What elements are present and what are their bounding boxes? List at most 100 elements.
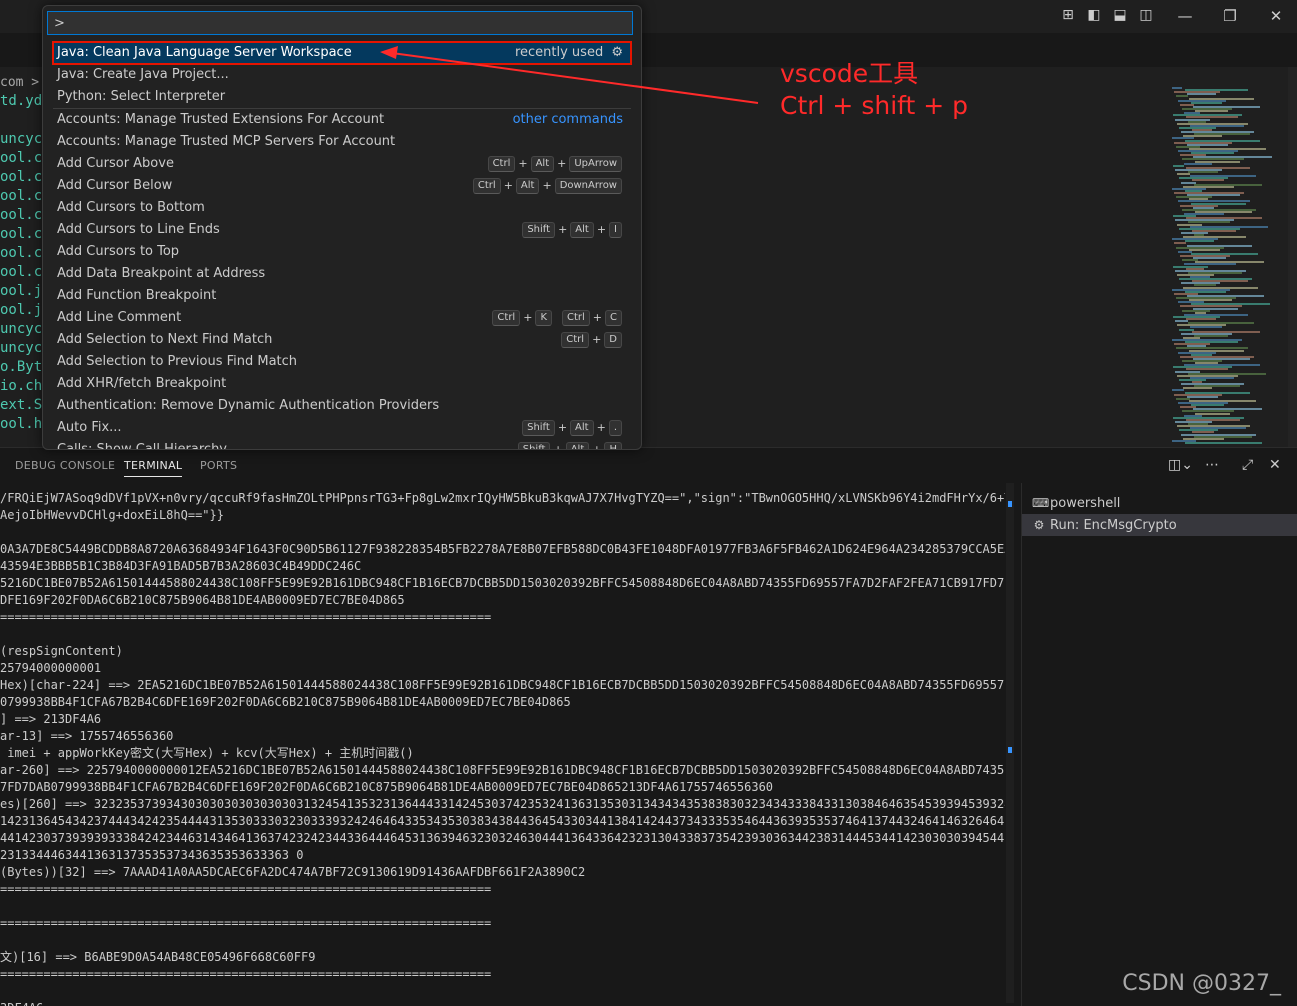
command-label: Add Cursors to Line Ends xyxy=(57,222,220,237)
command-label: Calls: Show Call Hierarchy xyxy=(57,442,227,450)
terminal-line: AejoIbHWevvDCHlg+doxEiL8hQ=="}} xyxy=(0,508,224,522)
minimap-line xyxy=(1176,95,1188,98)
annotation-text: vscode工具 Ctrl + shift + p xyxy=(780,58,968,122)
keycap: Ctrl xyxy=(561,332,590,348)
terminal-item-powershell[interactable]: ⌨powershell xyxy=(1022,492,1297,514)
minimap-line xyxy=(1178,250,1192,253)
minimize-button[interactable]: — xyxy=(1175,6,1195,26)
terminal-line: ========================================… xyxy=(0,967,492,981)
plus-separator: + xyxy=(542,179,552,192)
command-item[interactable]: Accounts: Manage Trusted Extensions For … xyxy=(53,109,631,131)
terminal-output[interactable]: /FRQiEjW7ASoq9dDVf1pVX+n0vry/qccuRf9fasH… xyxy=(0,490,1005,1006)
bottom-panel: DEBUG CONSOLE TERMINAL PORTS ◫⌄ ⋯ ⤢ ✕ /F… xyxy=(0,447,1297,1006)
keybinding-chord: Ctrl + Alt + DownArrow xyxy=(472,178,623,194)
command-label: Add Cursors to Bottom xyxy=(57,200,205,215)
command-label: Accounts: Manage Trusted Extensions For … xyxy=(57,112,385,127)
command-item[interactable]: Add Function Breakpoint xyxy=(53,285,631,307)
toggle-panel-icon[interactable]: ⬓ xyxy=(1112,7,1128,23)
minimap-line xyxy=(1185,240,1214,243)
terminal-line: ========================================… xyxy=(0,916,492,930)
command-label: Python: Select Interpreter xyxy=(57,89,226,104)
minimap-line xyxy=(1180,103,1194,106)
command-right: Shift + Alt +. xyxy=(521,417,623,440)
minimap-line xyxy=(1188,171,1218,173)
minimap-line xyxy=(1186,318,1216,320)
tab-terminal[interactable]: TERMINAL xyxy=(124,459,183,477)
command-item[interactable]: Python: Select Interpreter xyxy=(53,86,631,108)
tab-ports[interactable]: PORTS xyxy=(200,459,237,472)
command-right: recently used ⚙ xyxy=(515,42,623,64)
command-item[interactable]: Authentication: Remove Dynamic Authentic… xyxy=(53,395,631,417)
command-item[interactable]: Calls: Show Call Hierarchy Shift + Alt + H xyxy=(53,439,631,450)
breadcrumb[interactable]: com > xyxy=(0,73,42,92)
customize-layout-icon[interactable]: ⊞ xyxy=(1060,7,1076,23)
code-line: ool.c xyxy=(0,245,43,261)
terminal-line: ] ==> 213DF4A6 xyxy=(0,712,102,726)
close-panel-icon[interactable]: ✕ xyxy=(1269,457,1281,473)
command-item[interactable]: Add Cursor Above Ctrl + Alt + UpArrow xyxy=(53,153,631,175)
terminal-line: ========================================… xyxy=(0,882,492,896)
recently-used-label: recently used xyxy=(514,45,604,60)
keycap: I xyxy=(609,222,622,238)
restore-button[interactable]: ❐ xyxy=(1220,6,1240,26)
terminal-line: /FRQiEjW7ASoq9dDVf1pVX+n0vry/qccuRf9fasH… xyxy=(0,491,1005,505)
command-item[interactable]: Add Cursors to Line Ends Shift + Alt + I xyxy=(53,219,631,241)
plus-separator: + xyxy=(596,421,606,434)
keycap: DownArrow xyxy=(554,178,622,194)
terminal-scrollbar[interactable] xyxy=(1006,483,1014,1003)
command-item[interactable]: Add Cursors to Bottom xyxy=(53,197,631,219)
minimap-line xyxy=(1172,87,1182,89)
close-window-button[interactable]: ✕ xyxy=(1266,6,1286,26)
code-line: ool.c xyxy=(0,188,43,204)
terminal-item-run[interactable]: ⚙ Run: EncMsgCrypto xyxy=(1022,514,1297,536)
command-item[interactable]: Add Selection to Previous Find Match xyxy=(53,351,631,373)
command-item[interactable]: Add Data Breakpoint at Address xyxy=(53,263,631,285)
plus-separator: + xyxy=(557,157,567,170)
keycap: Shift xyxy=(522,420,555,436)
command-item[interactable]: Add Line Comment Ctrl + K Ctrl + C xyxy=(53,307,631,329)
command-item[interactable]: Add Cursors to Top xyxy=(53,241,631,263)
terminal-line: 43594E3BBB5B1C3B84D3FA91BAD5B7B3A28603C4… xyxy=(0,559,362,573)
terminal-line: 7FD7DAB0799938BB4F1CFA67B2B4C6DFE169F202… xyxy=(0,780,774,794)
command-item[interactable]: Java: Create Java Project... xyxy=(53,64,631,86)
command-palette-input[interactable] xyxy=(47,11,633,35)
command-item[interactable]: Add Cursor Below Ctrl + Alt + DownArrow xyxy=(53,175,631,197)
command-item[interactable]: Auto Fix... Shift + Alt +. xyxy=(53,417,631,439)
command-right: Shift + Alt + H xyxy=(517,439,623,450)
split-terminal-icon[interactable]: ◫⌄ xyxy=(1168,457,1193,473)
plus-separator: + xyxy=(592,311,603,324)
plus-separator: + xyxy=(592,443,602,450)
terminal-line: 25794000000001 xyxy=(0,661,102,675)
code-line: ool.c xyxy=(0,264,43,280)
command-label: Add Cursors to Top xyxy=(57,244,180,259)
keycap: Shift xyxy=(522,222,556,238)
command-item[interactable]: Add XHR/fetch Breakpoint xyxy=(53,373,631,395)
toggle-secondary-sidebar-icon[interactable]: ◫ xyxy=(1138,7,1154,23)
command-item[interactable]: Java: Clean Java Language Server Workspa… xyxy=(52,41,632,65)
terminal-line: 2313344463441363137353537343635353633363… xyxy=(0,848,304,862)
code-line: uncyc xyxy=(0,340,43,356)
scroll-marker xyxy=(1008,747,1012,753)
plus-separator: + xyxy=(596,223,607,236)
command-item[interactable]: Accounts: Manage Trusted MCP Servers For… xyxy=(53,131,631,153)
keybinding-chord: Shift + Alt +. xyxy=(521,420,623,436)
tab-debug-console[interactable]: DEBUG CONSOLE xyxy=(15,459,115,472)
keycap: Ctrl xyxy=(562,310,590,326)
keybinding-chord: Shift + Alt + I xyxy=(521,222,623,238)
minimap[interactable] xyxy=(1172,87,1287,447)
gear-icon[interactable]: ⚙ xyxy=(607,45,623,60)
command-label: Add Cursor Below xyxy=(57,178,173,193)
minimap-line xyxy=(1177,173,1190,176)
maximize-panel-icon[interactable]: ⤢ xyxy=(1242,457,1253,473)
command-label: Java: Clean Java Language Server Workspa… xyxy=(57,45,352,60)
more-actions-icon[interactable]: ⋯ xyxy=(1205,457,1219,473)
command-label: Add XHR/fetch Breakpoint xyxy=(57,376,227,391)
editor-scrollbar[interactable] xyxy=(1288,67,1297,447)
plus-separator: + xyxy=(558,223,568,236)
terminal-line: 0A3A7DE8C5449BCDDB8A8720A63684934F1643F0… xyxy=(0,542,1005,556)
command-item[interactable]: Add Selection to Next Find Match Ctrl + D xyxy=(53,329,631,351)
minimap-line xyxy=(1187,395,1218,398)
toggle-primary-sidebar-icon[interactable]: ◧ xyxy=(1086,7,1102,23)
panel-tabs: DEBUG CONSOLE TERMINAL PORTS ◫⌄ ⋯ ⤢ ✕ xyxy=(0,448,1297,483)
command-label: Add Cursor Above xyxy=(57,156,174,171)
